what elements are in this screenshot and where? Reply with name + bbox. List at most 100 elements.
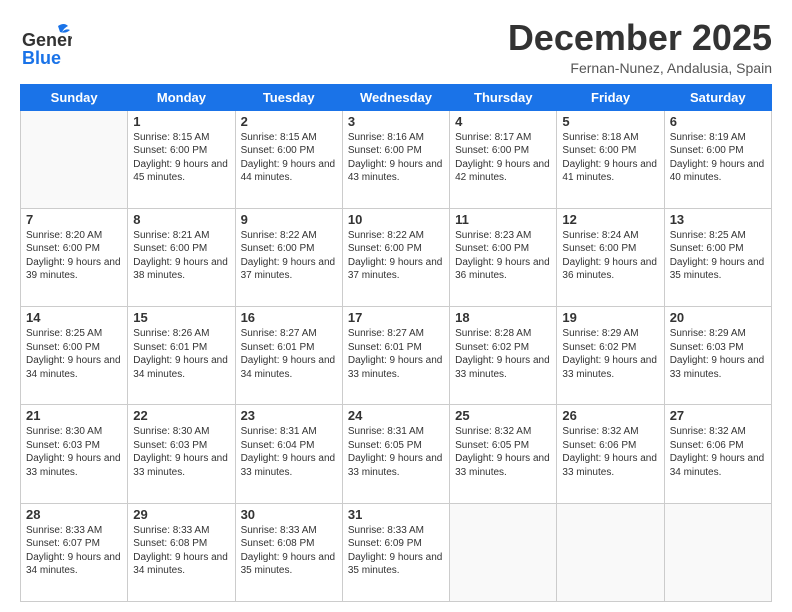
calendar-cell: 7 Sunrise: 8:20 AMSunset: 6:00 PMDayligh… [21, 208, 128, 306]
header: General Blue December 2025 Fernan-Nunez,… [20, 18, 772, 76]
title-block: December 2025 Fernan-Nunez, Andalusia, S… [508, 18, 772, 76]
calendar-cell: 17 Sunrise: 8:27 AMSunset: 6:01 PMDaylig… [342, 307, 449, 405]
day-number: 29 [133, 507, 229, 522]
week-row-3: 21 Sunrise: 8:30 AMSunset: 6:03 PMDaylig… [21, 405, 772, 503]
day-number: 15 [133, 310, 229, 325]
day-number: 24 [348, 408, 444, 423]
calendar-cell: 13 Sunrise: 8:25 AMSunset: 6:00 PMDaylig… [664, 208, 771, 306]
calendar-cell: 2 Sunrise: 8:15 AMSunset: 6:00 PMDayligh… [235, 110, 342, 208]
week-row-1: 7 Sunrise: 8:20 AMSunset: 6:00 PMDayligh… [21, 208, 772, 306]
page: General Blue December 2025 Fernan-Nunez,… [0, 0, 792, 612]
day-number: 26 [562, 408, 658, 423]
calendar-cell: 10 Sunrise: 8:22 AMSunset: 6:00 PMDaylig… [342, 208, 449, 306]
calendar-cell: 25 Sunrise: 8:32 AMSunset: 6:05 PMDaylig… [450, 405, 557, 503]
calendar-cell: 5 Sunrise: 8:18 AMSunset: 6:00 PMDayligh… [557, 110, 664, 208]
cell-info: Sunrise: 8:32 AMSunset: 6:06 PMDaylight:… [562, 426, 657, 478]
svg-text:General: General [22, 30, 72, 50]
calendar-cell: 26 Sunrise: 8:32 AMSunset: 6:06 PMDaylig… [557, 405, 664, 503]
cell-info: Sunrise: 8:25 AMSunset: 6:00 PMDaylight:… [26, 328, 121, 380]
calendar-cell: 12 Sunrise: 8:24 AMSunset: 6:00 PMDaylig… [557, 208, 664, 306]
day-number: 4 [455, 114, 551, 129]
logo-icon: General Blue [20, 18, 72, 70]
calendar-cell [557, 503, 664, 601]
calendar-cell: 3 Sunrise: 8:16 AMSunset: 6:00 PMDayligh… [342, 110, 449, 208]
calendar-cell: 27 Sunrise: 8:32 AMSunset: 6:06 PMDaylig… [664, 405, 771, 503]
day-number: 6 [670, 114, 766, 129]
calendar-cell: 19 Sunrise: 8:29 AMSunset: 6:02 PMDaylig… [557, 307, 664, 405]
cell-info: Sunrise: 8:32 AMSunset: 6:06 PMDaylight:… [670, 426, 765, 478]
calendar-cell: 31 Sunrise: 8:33 AMSunset: 6:09 PMDaylig… [342, 503, 449, 601]
subtitle: Fernan-Nunez, Andalusia, Spain [508, 60, 772, 76]
day-number: 17 [348, 310, 444, 325]
cell-info: Sunrise: 8:28 AMSunset: 6:02 PMDaylight:… [455, 328, 550, 380]
calendar-cell: 4 Sunrise: 8:17 AMSunset: 6:00 PMDayligh… [450, 110, 557, 208]
calendar-cell: 28 Sunrise: 8:33 AMSunset: 6:07 PMDaylig… [21, 503, 128, 601]
day-number: 19 [562, 310, 658, 325]
calendar-table: Sunday Monday Tuesday Wednesday Thursday… [20, 84, 772, 602]
cell-info: Sunrise: 8:31 AMSunset: 6:05 PMDaylight:… [348, 426, 443, 478]
header-tuesday: Tuesday [235, 84, 342, 110]
calendar-cell: 23 Sunrise: 8:31 AMSunset: 6:04 PMDaylig… [235, 405, 342, 503]
day-number: 31 [348, 507, 444, 522]
calendar-cell: 18 Sunrise: 8:28 AMSunset: 6:02 PMDaylig… [450, 307, 557, 405]
week-row-2: 14 Sunrise: 8:25 AMSunset: 6:00 PMDaylig… [21, 307, 772, 405]
header-saturday: Saturday [664, 84, 771, 110]
day-number: 12 [562, 212, 658, 227]
day-number: 3 [348, 114, 444, 129]
cell-info: Sunrise: 8:15 AMSunset: 6:00 PMDaylight:… [241, 132, 336, 184]
cell-info: Sunrise: 8:26 AMSunset: 6:01 PMDaylight:… [133, 328, 228, 380]
cell-info: Sunrise: 8:33 AMSunset: 6:09 PMDaylight:… [348, 525, 443, 577]
cell-info: Sunrise: 8:29 AMSunset: 6:02 PMDaylight:… [562, 328, 657, 380]
day-number: 25 [455, 408, 551, 423]
header-sunday: Sunday [21, 84, 128, 110]
day-number: 27 [670, 408, 766, 423]
day-number: 21 [26, 408, 122, 423]
calendar-cell: 29 Sunrise: 8:33 AMSunset: 6:08 PMDaylig… [128, 503, 235, 601]
day-number: 30 [241, 507, 337, 522]
day-number: 23 [241, 408, 337, 423]
header-friday: Friday [557, 84, 664, 110]
cell-info: Sunrise: 8:19 AMSunset: 6:00 PMDaylight:… [670, 132, 765, 184]
cell-info: Sunrise: 8:30 AMSunset: 6:03 PMDaylight:… [26, 426, 121, 478]
day-number: 1 [133, 114, 229, 129]
cell-info: Sunrise: 8:27 AMSunset: 6:01 PMDaylight:… [241, 328, 336, 380]
cell-info: Sunrise: 8:18 AMSunset: 6:00 PMDaylight:… [562, 132, 657, 184]
cell-info: Sunrise: 8:22 AMSunset: 6:00 PMDaylight:… [241, 230, 336, 282]
day-number: 18 [455, 310, 551, 325]
cell-info: Sunrise: 8:21 AMSunset: 6:00 PMDaylight:… [133, 230, 228, 282]
cell-info: Sunrise: 8:15 AMSunset: 6:00 PMDaylight:… [133, 132, 228, 184]
day-number: 11 [455, 212, 551, 227]
calendar-cell: 15 Sunrise: 8:26 AMSunset: 6:01 PMDaylig… [128, 307, 235, 405]
week-row-0: 1 Sunrise: 8:15 AMSunset: 6:00 PMDayligh… [21, 110, 772, 208]
logo: General Blue [20, 18, 72, 70]
day-number: 9 [241, 212, 337, 227]
calendar-cell: 20 Sunrise: 8:29 AMSunset: 6:03 PMDaylig… [664, 307, 771, 405]
calendar-cell [21, 110, 128, 208]
week-row-4: 28 Sunrise: 8:33 AMSunset: 6:07 PMDaylig… [21, 503, 772, 601]
cell-info: Sunrise: 8:25 AMSunset: 6:00 PMDaylight:… [670, 230, 765, 282]
calendar-cell: 24 Sunrise: 8:31 AMSunset: 6:05 PMDaylig… [342, 405, 449, 503]
day-number: 22 [133, 408, 229, 423]
month-title: December 2025 [508, 18, 772, 58]
cell-info: Sunrise: 8:24 AMSunset: 6:00 PMDaylight:… [562, 230, 657, 282]
day-number: 16 [241, 310, 337, 325]
header-monday: Monday [128, 84, 235, 110]
calendar-cell: 11 Sunrise: 8:23 AMSunset: 6:00 PMDaylig… [450, 208, 557, 306]
calendar-cell [450, 503, 557, 601]
day-number: 28 [26, 507, 122, 522]
calendar-cell: 1 Sunrise: 8:15 AMSunset: 6:00 PMDayligh… [128, 110, 235, 208]
day-number: 5 [562, 114, 658, 129]
day-number: 7 [26, 212, 122, 227]
day-number: 14 [26, 310, 122, 325]
cell-info: Sunrise: 8:22 AMSunset: 6:00 PMDaylight:… [348, 230, 443, 282]
cell-info: Sunrise: 8:29 AMSunset: 6:03 PMDaylight:… [670, 328, 765, 380]
day-number: 13 [670, 212, 766, 227]
day-number: 20 [670, 310, 766, 325]
calendar-cell: 22 Sunrise: 8:30 AMSunset: 6:03 PMDaylig… [128, 405, 235, 503]
cell-info: Sunrise: 8:33 AMSunset: 6:07 PMDaylight:… [26, 525, 121, 577]
calendar-cell: 9 Sunrise: 8:22 AMSunset: 6:00 PMDayligh… [235, 208, 342, 306]
cell-info: Sunrise: 8:20 AMSunset: 6:00 PMDaylight:… [26, 230, 121, 282]
cell-info: Sunrise: 8:32 AMSunset: 6:05 PMDaylight:… [455, 426, 550, 478]
day-number: 2 [241, 114, 337, 129]
calendar-cell: 8 Sunrise: 8:21 AMSunset: 6:00 PMDayligh… [128, 208, 235, 306]
